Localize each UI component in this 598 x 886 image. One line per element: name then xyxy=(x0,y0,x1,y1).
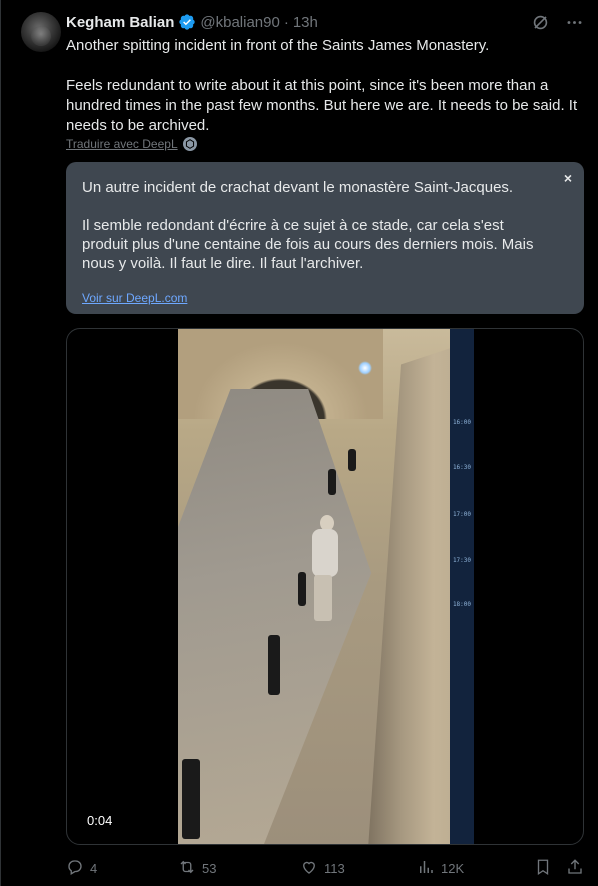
author-handle[interactable]: @kbalian90 xyxy=(200,14,279,31)
repost-count: 53 xyxy=(202,860,217,876)
video-player[interactable]: 16:00 16:30 17:00 17:30 18:00 0:04 xyxy=(66,328,584,845)
like-button[interactable]: 113 xyxy=(300,858,345,879)
repost-icon xyxy=(178,858,196,879)
translate-link[interactable]: Traduire avec DeepL xyxy=(66,137,197,151)
video-frame: 16:00 16:30 17:00 17:30 18:00 xyxy=(178,329,474,844)
more-options-icon[interactable] xyxy=(564,12,584,32)
tweet-header: Kegham Balian @kbalian90 · 13h xyxy=(66,12,318,32)
deepl-icon xyxy=(182,137,197,151)
verified-badge-icon xyxy=(178,13,196,31)
bookmark-icon xyxy=(534,858,552,879)
reply-button[interactable]: 4 xyxy=(66,858,97,879)
author-name[interactable]: Kegham Balian xyxy=(66,14,174,31)
tweet-paragraph-2: Feels redundant to write about it at thi… xyxy=(66,77,578,134)
video-duration: 0:04 xyxy=(83,811,117,830)
separator-dot: · xyxy=(283,13,289,31)
share-button[interactable] xyxy=(566,858,584,879)
reply-count: 4 xyxy=(90,860,98,876)
translate-link-label: Traduire avec DeepL xyxy=(66,137,178,151)
timestamp-strip: 16:00 16:30 17:00 17:30 18:00 xyxy=(450,329,474,844)
translation-paragraph-1: Un autre incident de crachat devant le m… xyxy=(82,179,514,196)
views-button[interactable]: 12K xyxy=(417,858,464,879)
person-figure xyxy=(306,515,342,625)
avatar[interactable] xyxy=(21,12,61,52)
reply-icon xyxy=(66,858,84,879)
translation-panel: × Un autre incident de crachat devant le… xyxy=(66,162,584,314)
bookmark-button[interactable] xyxy=(534,858,552,879)
tweet-text: Another spitting incident in front of th… xyxy=(66,36,586,136)
close-translation-icon[interactable]: × xyxy=(564,170,572,186)
translation-paragraph-2: Il semble redondant d'écrire à ce sujet … xyxy=(82,217,534,272)
tweet-time[interactable]: 13h xyxy=(293,14,318,31)
like-count: 113 xyxy=(324,860,345,876)
heart-icon xyxy=(300,858,318,879)
analytics-icon xyxy=(417,858,435,879)
top-actions xyxy=(530,12,584,32)
action-bar: 4 53 113 12K xyxy=(66,856,584,880)
views-count: 12K xyxy=(441,860,465,876)
view-on-deepl-link[interactable]: Voir sur DeepL.com xyxy=(82,291,187,305)
share-icon xyxy=(566,858,584,879)
tweet[interactable]: Kegham Balian @kbalian90 · 13h Another s… xyxy=(0,0,598,886)
repost-button[interactable]: 53 xyxy=(178,858,216,879)
translation-text: Un autre incident de crachat devant le m… xyxy=(82,178,552,273)
grok-icon[interactable] xyxy=(530,12,550,32)
tweet-paragraph-1: Another spitting incident in front of th… xyxy=(66,37,490,54)
